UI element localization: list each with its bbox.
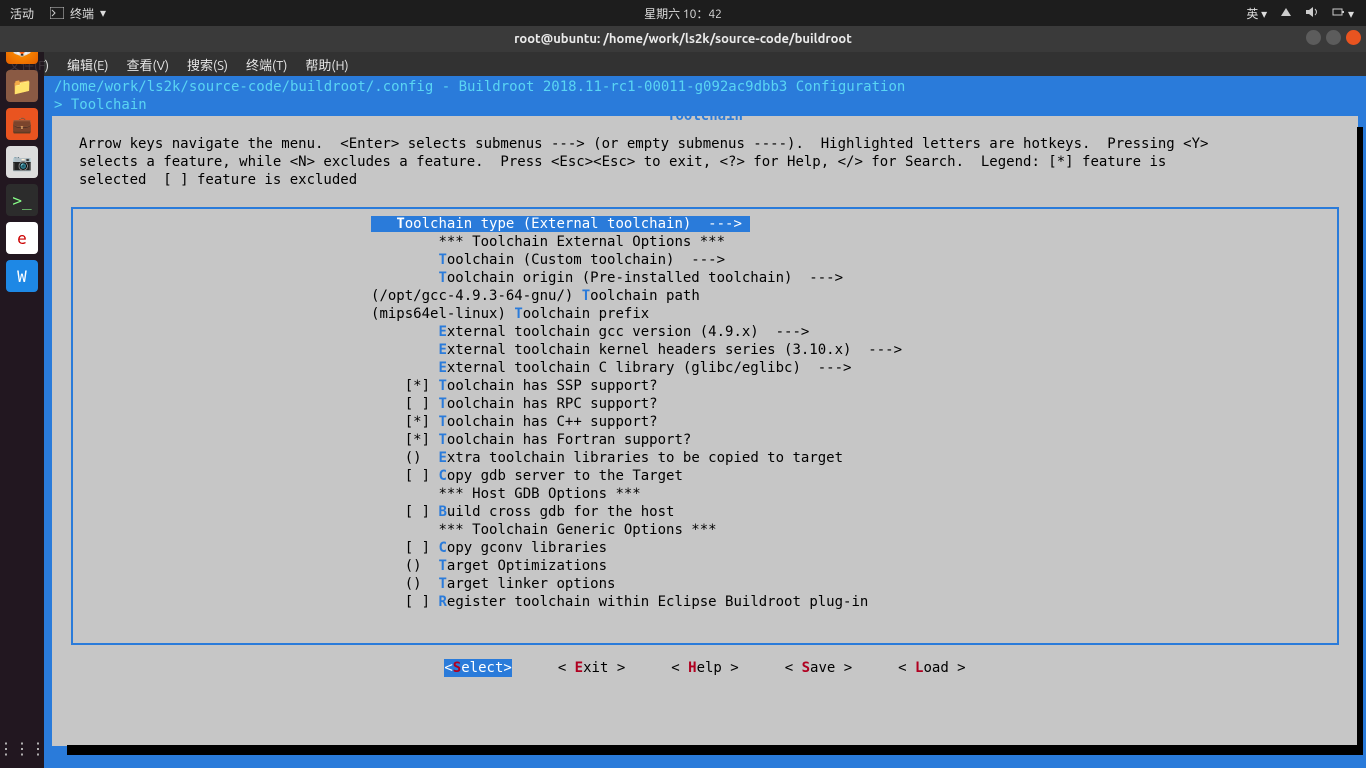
activities-button[interactable]: 活动 [10, 5, 34, 22]
terminal-area: /home/work/ls2k/source-code/buildroot/.c… [44, 76, 1366, 768]
dock-files-icon[interactable]: 📁 [6, 70, 38, 102]
option-row[interactable]: () Target linker options [73, 575, 1337, 593]
option-row[interactable]: [*] Toolchain has Fortran support? [73, 431, 1337, 449]
terminal-icon [50, 7, 64, 19]
minimize-button[interactable] [1306, 30, 1321, 45]
exit-button[interactable]: < Exit > [558, 659, 625, 677]
dock-reader-icon[interactable]: e [6, 222, 38, 254]
network-icon[interactable] [1279, 6, 1293, 21]
option-row[interactable]: [*] Toolchain has SSP support? [73, 377, 1337, 395]
close-button[interactable] [1346, 30, 1361, 45]
options-listbox[interactable]: Toolchain type (External toolchain) --->… [71, 207, 1339, 645]
option-row[interactable]: (/opt/gcc-4.9.3-64-gnu/) Toolchain path [73, 287, 1337, 305]
menu-edit[interactable]: 编辑(E) [67, 55, 108, 74]
menuconfig-panel: Toolchain Arrow keys navigate the menu. … [52, 116, 1358, 746]
option-row[interactable]: () Extra toolchain libraries to be copie… [73, 449, 1337, 467]
current-app-name: 终端 [70, 5, 94, 22]
option-row[interactable]: Toolchain origin (Pre-installed toolchai… [73, 269, 1337, 287]
show-apps-icon[interactable]: ⋮⋮⋮ [0, 739, 46, 758]
panel-title: Toolchain [53, 107, 1357, 125]
option-row[interactable]: External toolchain C library (glibc/egli… [73, 359, 1337, 377]
input-method-indicator[interactable]: 英 ▾ [1246, 5, 1267, 22]
window-title: root@ubuntu: /home/work/ls2k/source-code… [514, 32, 852, 46]
window-titlebar: root@ubuntu: /home/work/ls2k/source-code… [0, 26, 1366, 52]
menu-help[interactable]: 帮助(H) [305, 55, 348, 74]
chevron-down-icon: ▾ [100, 6, 106, 20]
option-row[interactable]: Toolchain (Custom toolchain) ---> [73, 251, 1337, 269]
help-text: Arrow keys navigate the menu. <Enter> se… [53, 117, 1357, 195]
panel-shadow-right [1357, 127, 1363, 755]
option-row[interactable]: [ ] Build cross gdb for the host [73, 503, 1337, 521]
config-path: /home/work/ls2k/source-code/buildroot/.c… [54, 79, 905, 95]
option-row[interactable]: [ ] Copy gconv libraries [73, 539, 1337, 557]
menu-search[interactable]: 搜索(S) [187, 55, 228, 74]
maximize-button[interactable] [1326, 30, 1341, 45]
option-row[interactable]: External toolchain gcc version (4.9.x) -… [73, 323, 1337, 341]
option-row[interactable]: *** Toolchain External Options *** [73, 233, 1337, 251]
menu-view[interactable]: 查看(V) [127, 55, 169, 74]
option-row[interactable]: External toolchain kernel headers series… [73, 341, 1337, 359]
option-row[interactable]: [ ] Register toolchain within Eclipse Bu… [73, 593, 1337, 611]
option-row[interactable]: [ ] Toolchain has RPC support? [73, 395, 1337, 413]
option-row[interactable]: Toolchain type (External toolchain) ---> [73, 215, 750, 233]
save-button[interactable]: < Save > [785, 659, 852, 677]
option-row[interactable]: () Target Optimizations [73, 557, 1337, 575]
gnome-topbar: 活动 终端 ▾ 星期六 10：42 英 ▾ ▾ [0, 0, 1366, 26]
dock: 🦊 📁 💼 📷 >_ e W ⋮⋮⋮ [0, 26, 44, 768]
menu-terminal[interactable]: 终端(T) [246, 55, 287, 74]
volume-icon[interactable] [1305, 6, 1319, 21]
menubar: 文件(F) 编辑(E) 查看(V) 搜索(S) 终端(T) 帮助(H) [0, 52, 1366, 76]
panel-shadow [67, 745, 1357, 755]
option-row[interactable]: (mips64el-linux) Toolchain prefix [73, 305, 1337, 323]
dock-terminal-icon[interactable]: >_ [6, 184, 38, 216]
option-row[interactable]: [*] Toolchain has C++ support? [73, 413, 1337, 431]
current-app-indicator[interactable]: 终端 ▾ [50, 5, 106, 22]
option-row[interactable]: *** Toolchain Generic Options *** [73, 521, 1337, 539]
help-button[interactable]: < Help > [671, 659, 738, 677]
option-row[interactable]: *** Host GDB Options *** [73, 485, 1337, 503]
action-buttons: <Select> < Exit > < Help > < Save > < Load > [53, 659, 1357, 677]
clock: 星期六 10：42 [0, 5, 1366, 22]
dock-wps-icon[interactable]: W [6, 260, 38, 292]
power-icon[interactable]: ▾ [1331, 6, 1354, 21]
load-button[interactable]: < Load > [898, 659, 965, 677]
dock-screenshot-icon[interactable]: 📷 [6, 146, 38, 178]
option-row[interactable]: [ ] Copy gdb server to the Target [73, 467, 1337, 485]
dock-software-icon[interactable]: 💼 [6, 108, 38, 140]
select-button[interactable]: <Select> [444, 659, 511, 677]
